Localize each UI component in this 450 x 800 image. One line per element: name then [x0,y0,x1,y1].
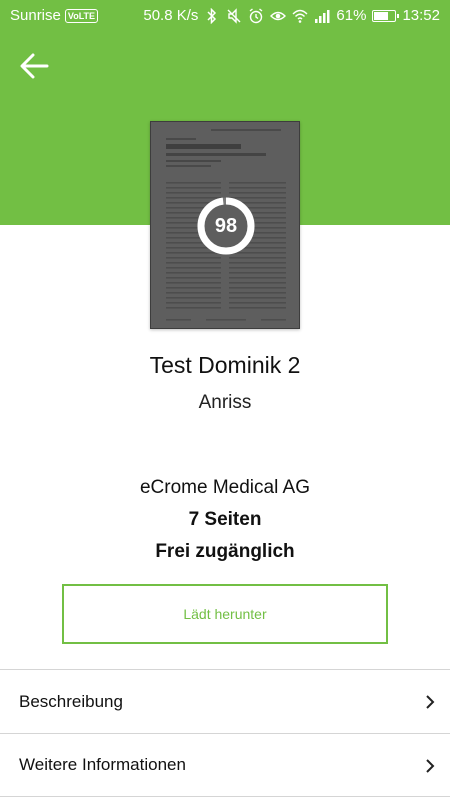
download-button-label: Lädt herunter [183,606,267,622]
section-more-info[interactable]: Weitere Informationen [0,733,450,797]
section-label: Weitere Informationen [19,755,186,774]
signal-icon [314,8,330,24]
mute-icon [226,7,242,24]
score-value: 98 [214,214,238,237]
section-label: Beschreibung [19,691,123,711]
back-button[interactable] [14,46,54,86]
download-button[interactable]: Lädt herunter [62,584,388,644]
alarm-icon [248,7,264,24]
chevron-right-icon [426,695,435,709]
chevron-right-icon [426,759,435,773]
eye-icon [270,8,287,24]
publisher-name: eCrome Medical AG [139,477,310,498]
section-description[interactable]: Beschreibung [0,669,450,733]
bluetooth-icon [204,7,220,24]
battery-percent: 61% [336,7,367,24]
carrier-name: Sunrise [10,7,61,24]
arrow-left-icon [20,53,49,79]
document-subtitle: Anriss [198,392,252,413]
page-count: 7 Seiten [188,509,262,530]
status-right: 50.8 K/s 61% 13:52 [143,7,440,24]
network-speed: 50.8 K/s [143,7,199,24]
battery-icon [372,9,400,22]
document-cover: 98 [150,121,300,329]
status-left: Sunrise VoLTE [10,7,99,24]
battery-fill [374,11,388,20]
volte-badge: VoLTE [64,8,99,23]
clock: 13:52 [402,7,440,24]
access-status: Frei zugänglich [155,541,295,562]
wifi-icon [292,8,308,24]
status-bar: Sunrise VoLTE 50.8 K/s 61% 13:52 [0,0,450,32]
document-title: Test Dominik 2 [149,352,301,378]
